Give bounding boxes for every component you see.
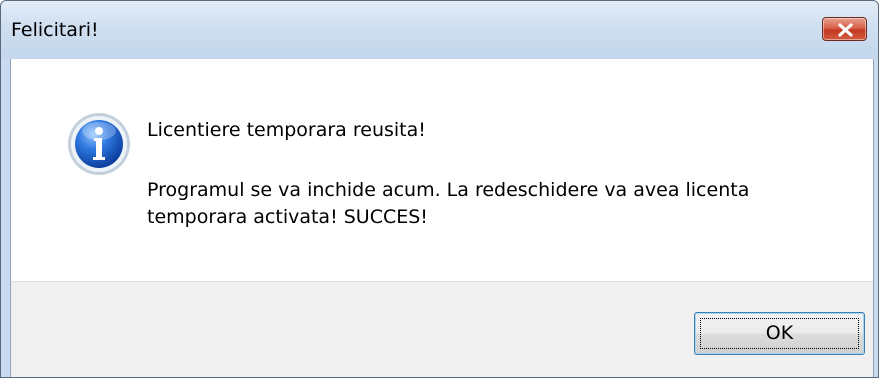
message-heading: Licentiere temporara reusita! xyxy=(147,119,426,141)
close-icon xyxy=(838,23,853,37)
information-icon xyxy=(68,113,130,175)
ok-button[interactable]: OK xyxy=(694,312,865,355)
dialog-client-area: Licentiere temporara reusita! Programul … xyxy=(10,59,874,377)
window-title: Felicitari! xyxy=(11,19,99,41)
ok-button-label: OK xyxy=(765,322,794,344)
message-box-window: Felicitari! Licentiere temporara reusita… xyxy=(0,0,879,378)
close-button[interactable] xyxy=(822,17,867,41)
title-bar[interactable]: Felicitari! xyxy=(1,1,878,59)
message-body: Programul se va inchide acum. La redesch… xyxy=(147,179,750,228)
button-bar: OK xyxy=(11,281,873,377)
message-content: Licentiere temporara reusita! Programul … xyxy=(11,59,873,281)
